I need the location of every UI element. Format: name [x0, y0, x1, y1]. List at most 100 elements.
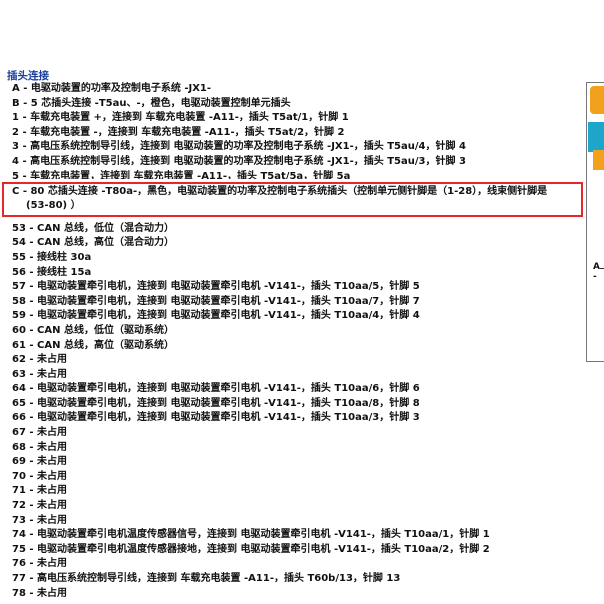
item-desc: 电驱动装置牵引电机温度传感器接地，连接到 电驱动装置牵引电机 -V141-，插头… [37, 543, 490, 555]
item-desc: 未占用 [37, 587, 68, 599]
item-desc: CAN 总线，高位（混合动力） [37, 237, 174, 249]
list-item: 67 - 未占用 [12, 426, 582, 441]
item-key: 73 - [12, 514, 34, 526]
item-desc: 未占用 [37, 500, 68, 512]
item-key: 59 - [12, 310, 34, 322]
item-desc: 高电压系统控制导引线，连接到 电驱动装置的功率及控制电子系统 -JX1-，插头 … [30, 141, 466, 153]
item-desc: 接线柱 30a [37, 251, 92, 263]
item-key: 75 - [12, 543, 34, 555]
list-item: 77 - 高电压系统控制导引线，连接到 车载充电装置 -A11-，插头 T60b… [12, 572, 582, 587]
item-key: A - [12, 83, 28, 94]
item-key: 60 - [12, 324, 34, 336]
component-illustration [588, 122, 604, 152]
callout-line [600, 268, 604, 269]
item-desc: 车载充电装置 -，连接到 车载充电装置 -A11-，插头 T5at/2，针脚 2 [30, 126, 345, 138]
list-item: A - 电驱动装置的功率及控制电子系统 -JX1- [12, 82, 582, 97]
list-item: 66 - 电驱动装置牵引电机，连接到 电驱动装置牵引电机 -V141-，插头 T… [12, 411, 582, 426]
item-key: 74 - [12, 529, 34, 541]
list-item: 68 - 未占用 [12, 441, 582, 456]
list-item: 60 - CAN 总线，低位（驱动系统） [12, 324, 582, 339]
item-key: 76 - [12, 558, 34, 570]
connector-list: A - 电驱动装置的功率及控制电子系统 -JX1- B - 5 芯插头连接 -T… [2, 82, 583, 601]
item-key: C - [12, 185, 27, 197]
item-desc: 未占用 [37, 456, 68, 468]
list-item: 56 - 接线柱 15a [12, 266, 582, 281]
list-item: 53 - CAN 总线，低位（混合动力） [12, 222, 582, 237]
item-desc: 未占用 [37, 470, 68, 482]
list-item: 61 - CAN 总线，高位（驱动系统） [12, 339, 582, 354]
item-desc: 高电压系统控制导引线，连接到 车载充电装置 -A11-，插头 T60b/13，针… [37, 573, 401, 584]
highlighted-connector-entry: C - 80 芯插头连接 -T80a-，黑色，电驱动装置的功率及控制电子系统插头… [2, 181, 583, 217]
list-item: 71 - 未占用 [12, 484, 582, 499]
list-item: 59 - 电驱动装置牵引电机，连接到 电驱动装置牵引电机 -V141-，插头 T… [12, 309, 582, 324]
list-item: 72 - 未占用 [12, 499, 582, 514]
item-desc: 未占用 [37, 354, 68, 366]
item-key: 2 - [12, 126, 27, 138]
list-item: 57 - 电驱动装置牵引电机，连接到 电驱动装置牵引电机 -V141-，插头 T… [12, 280, 582, 295]
item-key: B - [12, 97, 28, 109]
item-desc: 电驱动装置牵引电机，连接到 电驱动装置牵引电机 -V141-，插头 T10aa/… [37, 412, 420, 424]
item-desc: 车载充电装置 +，连接到 车载充电装置 -A11-，插头 T5at/1，针脚 1 [30, 112, 349, 124]
item-key: 72 - [12, 500, 34, 512]
list-item: B - 5 芯插头连接 -T5au、-，橙色，电驱动装置控制单元插头 [12, 97, 582, 112]
item-key: 68 - [12, 441, 34, 453]
list-item: 2 - 车载充电装置 -，连接到 车载充电装置 -A11-，插头 T5at/2，… [12, 126, 582, 141]
item-key: 53 - [12, 222, 34, 234]
list-item: 73 - 未占用 [12, 514, 582, 529]
list-item: 3 - 高电压系统控制导引线，连接到 电驱动装置的功率及控制电子系统 -JX1-… [12, 140, 582, 155]
item-key: 65 - [12, 397, 34, 409]
list-item: 5 - 车载充电装置，连接到 车载充电装置 -A11-，插头 T5at/5a，针… [12, 170, 582, 179]
item-key: 56 - [12, 266, 34, 278]
item-key: 58 - [12, 295, 34, 307]
list-item: 65 - 电驱动装置牵引电机，连接到 电驱动装置牵引电机 -V141-，插头 T… [12, 397, 582, 412]
list-item: 4 - 高电压系统控制导引线，连接到 电驱动装置的功率及控制电子系统 -JX1-… [12, 155, 582, 170]
list-item: 63 - 未占用 [12, 368, 582, 383]
item-desc: 电驱动装置牵引电机，连接到 电驱动装置牵引电机 -V141-，插头 T10aa/… [37, 295, 420, 307]
item-key: 67 - [12, 427, 34, 439]
item-desc: 未占用 [37, 441, 68, 453]
item-key: 55 - [12, 251, 34, 263]
item-key: 66 - [12, 412, 34, 424]
item-key: 54 - [12, 237, 34, 249]
list-item: 64 - 电驱动装置牵引电机，连接到 电驱动装置牵引电机 -V141-，插头 T… [12, 382, 582, 397]
list-item: 75 - 电驱动装置牵引电机温度传感器接地，连接到 电驱动装置牵引电机 -V14… [12, 543, 582, 558]
item-desc: 电驱动装置牵引电机，连接到 电驱动装置牵引电机 -V141-，插头 T10aa/… [37, 397, 420, 409]
item-desc: 未占用 [37, 368, 68, 380]
item-key: 5 - [12, 170, 27, 179]
list-item: 54 - CAN 总线，高位（混合动力） [12, 236, 582, 251]
item-desc: 未占用 [37, 558, 68, 570]
item-key: 69 - [12, 456, 34, 468]
list-item: 1 - 车载充电装置 +，连接到 车载充电装置 -A11-，插头 T5at/1，… [12, 111, 582, 126]
item-key: 61 - [12, 339, 34, 351]
item-key: 3 - [12, 141, 27, 153]
item-desc: CAN 总线，低位（驱动系统） [37, 324, 174, 336]
item-key: 62 - [12, 354, 34, 366]
list-item: 74 - 电驱动装置牵引电机温度传感器信号，连接到 电驱动装置牵引电机 -V14… [12, 528, 582, 543]
pin-list: 53 - CAN 总线，低位（混合动力） 54 - CAN 总线，高位（混合动力）… [12, 222, 582, 601]
item-key: 64 - [12, 383, 34, 395]
item-desc: 电驱动装置牵引电机，连接到 电驱动装置牵引电机 -V141-，插头 T10aa/… [37, 310, 420, 322]
item-desc: 未占用 [37, 485, 68, 497]
item-desc: 电驱动装置牵引电机，连接到 电驱动装置牵引电机 -V141-，插头 T10aa/… [37, 281, 420, 293]
item-desc-continuation: (53-80) ） [26, 200, 81, 212]
connector-illustration-lower [593, 150, 604, 170]
list-item: 70 - 未占用 [12, 470, 582, 485]
item-key: 71 - [12, 485, 34, 497]
item-key: 4 - [12, 155, 27, 167]
list-item: 76 - 未占用 [12, 557, 582, 572]
item-desc: 未占用 [37, 514, 68, 526]
item-desc: CAN 总线，高位（驱动系统） [37, 339, 174, 351]
item-desc: 高电压系统控制导引线，连接到 电驱动装置的功率及控制电子系统 -JX1-，插头 … [30, 155, 466, 167]
item-key: 77 - [12, 573, 34, 584]
list-item: 58 - 电驱动装置牵引电机，连接到 电驱动装置牵引电机 -V141-，插头 T… [12, 295, 582, 310]
list-item: 55 - 接线柱 30a [12, 251, 582, 266]
list-item: 78 - 未占用 [12, 587, 582, 602]
item-desc: 车载充电装置，连接到 车载充电装置 -A11-，插头 T5at/5a，针脚 5a [30, 170, 351, 179]
section-title: 插头连接 [7, 70, 49, 82]
diagram-callout-label: A - [593, 262, 600, 282]
item-key: 1 - [12, 112, 27, 124]
item-key: 63 - [12, 368, 34, 380]
item-key: 78 - [12, 587, 34, 599]
item-desc: 未占用 [37, 427, 68, 439]
item-desc: 电驱动装置的功率及控制电子系统 -JX1- [30, 83, 212, 94]
